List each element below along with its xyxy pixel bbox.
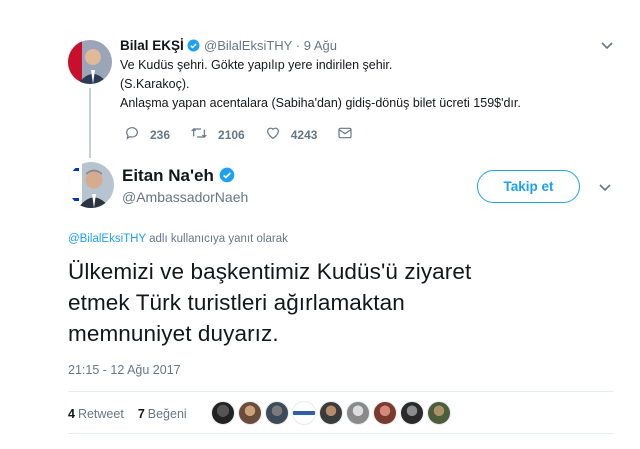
- reply-button[interactable]: 236: [124, 125, 170, 144]
- like-stat-label: Beğeni: [147, 407, 187, 421]
- chevron-down-icon[interactable]: [600, 38, 614, 57]
- liker-avatars: [211, 401, 454, 425]
- direct-message-button[interactable]: [337, 125, 363, 144]
- verified-badge-icon: [187, 39, 200, 55]
- liker-avatar[interactable]: [373, 401, 397, 425]
- like-button[interactable]: 4243: [265, 125, 318, 144]
- retweet-button[interactable]: 2106: [190, 125, 245, 144]
- original-tweet-date[interactable]: 9 Ağu: [304, 38, 337, 53]
- original-author-handle[interactable]: @BilalEksiTHY: [204, 38, 292, 53]
- liker-avatar[interactable]: [292, 401, 316, 425]
- liker-avatar[interactable]: [265, 401, 289, 425]
- original-tweet-line-2: (S.Karakoç).: [120, 77, 190, 91]
- liker-avatar[interactable]: [319, 401, 343, 425]
- reply-icon: [124, 125, 150, 144]
- retweet-icon: [190, 125, 218, 144]
- reply-to-suffix: adlı kullanıcıya yanıt olarak: [145, 233, 288, 245]
- original-tweet-actions: 236 2106 4243: [124, 125, 383, 144]
- retweet-stat-label: Retweet: [77, 407, 124, 421]
- retweet-stat-count: 4: [68, 407, 75, 421]
- direct-message-icon: [337, 125, 363, 144]
- reply-author-name[interactable]: Eitan Na'eh: [122, 166, 214, 185]
- original-tweet-line-1: Ve Kudüs şehri. Gökte yapılıp yere indir…: [120, 58, 393, 72]
- stats-divider-top: [68, 391, 614, 392]
- engagement-stats: 4 Retweet 7 Beğeni: [68, 407, 201, 421]
- original-author-name[interactable]: Bilal EKŞİ: [120, 38, 184, 53]
- verified-badge-icon: [219, 167, 235, 188]
- original-tweet-header: Bilal EKŞİ @BilalEksiTHY · 9 Ağu: [120, 38, 337, 55]
- liker-avatar[interactable]: [400, 401, 424, 425]
- reply-context: @BilalEksiTHY adlı kullanıcıya yanıt ola…: [68, 233, 288, 245]
- like-stat[interactable]: 7 Beğeni: [138, 407, 187, 421]
- reply-body-line-2: etmek Türk turistleri ağırlamaktan: [68, 290, 405, 315]
- chevron-down-icon[interactable]: [598, 180, 612, 199]
- retweet-count: 2106: [218, 127, 245, 142]
- reply-body-line-3: memnuniyet duyarız.: [68, 321, 279, 346]
- tweet-timestamp[interactable]: 21:15 - 12 Ağu 2017: [68, 363, 181, 377]
- reply-author-handle[interactable]: @AmbassadorNaeh: [122, 189, 248, 205]
- follow-button[interactable]: Takip et: [477, 170, 580, 203]
- liker-avatar[interactable]: [238, 401, 262, 425]
- stats-divider-bottom: [68, 433, 614, 434]
- thread-connector-line: [89, 88, 91, 158]
- original-tweet-line-3: Anlaşma yapan acentalara (Sabiha'dan) gi…: [120, 96, 521, 110]
- liker-avatar[interactable]: [211, 401, 235, 425]
- liker-avatar[interactable]: [346, 401, 370, 425]
- like-stat-count: 7: [137, 407, 145, 421]
- liker-avatar[interactable]: [427, 401, 451, 425]
- reply-author-name-row: Eitan Na'eh: [122, 166, 235, 188]
- retweet-stat[interactable]: 4 Retweet: [68, 407, 124, 421]
- reply-to-handle-link[interactable]: @BilalEksiTHY: [68, 233, 146, 245]
- original-author-avatar[interactable]: [68, 40, 112, 84]
- heart-icon: [265, 125, 291, 144]
- header-separator: ·: [295, 38, 301, 53]
- reply-body-line-1: Ülkemizi ve başkentimiz Kudüs'ü ziyaret: [68, 259, 472, 284]
- like-count: 4243: [290, 127, 318, 142]
- reply-author-avatar[interactable]: [68, 162, 114, 208]
- reply-count: 236: [150, 127, 171, 142]
